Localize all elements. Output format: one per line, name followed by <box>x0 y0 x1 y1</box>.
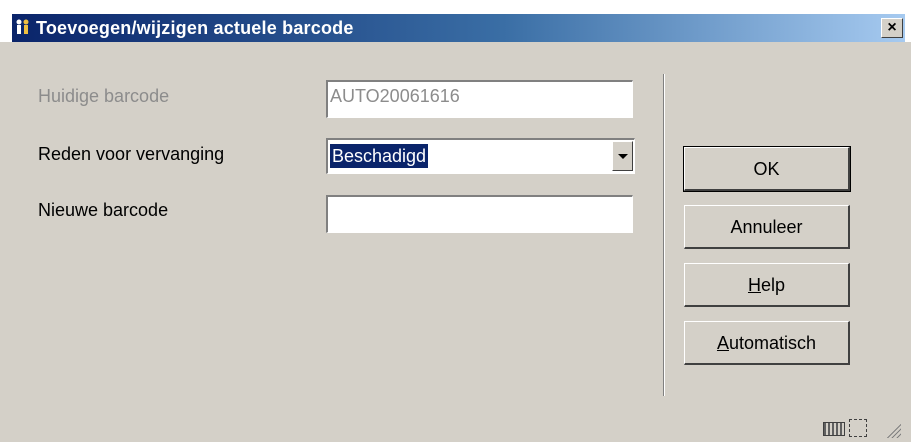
title-bar: Toevoegen/wijzigen actuele barcode × <box>0 0 911 42</box>
automatic-button-mnemonic: A <box>716 332 729 353</box>
reason-label: Reden voor vervanging <box>38 144 225 164</box>
automatic-button-label: utomatisch <box>728 332 817 353</box>
close-button[interactable]: × <box>881 18 903 38</box>
help-button-label: elp <box>760 274 786 295</box>
status-bar-icons <box>823 418 903 440</box>
current-barcode-field: AUTO20061616 <box>326 80 633 118</box>
title-caption: Toevoegen/wijzigen actuele barcode × <box>12 14 905 42</box>
window-title: Toevoegen/wijzigen actuele barcode <box>36 18 354 38</box>
keyboard-icon[interactable] <box>823 422 845 436</box>
new-barcode-input[interactable] <box>326 195 633 233</box>
cancel-button[interactable]: Annuleer <box>684 205 850 249</box>
close-icon: × <box>887 19 897 36</box>
ok-button[interactable]: OK <box>683 146 851 192</box>
reason-select[interactable]: Beschadigd <box>326 138 635 174</box>
divider <box>663 74 665 396</box>
automatic-button[interactable]: Automatisch <box>684 321 850 365</box>
resize-icon[interactable] <box>849 419 867 437</box>
chevron-down-icon[interactable] <box>612 141 633 171</box>
people-icon <box>16 19 29 34</box>
help-button[interactable]: Help <box>684 263 850 307</box>
size-grip-icon[interactable] <box>885 422 901 438</box>
current-barcode-label: Huidige barcode <box>38 86 170 106</box>
help-button-mnemonic: H <box>747 274 761 295</box>
reason-selected-value: Beschadigd <box>330 144 429 168</box>
new-barcode-label: Nieuwe barcode <box>38 200 169 220</box>
